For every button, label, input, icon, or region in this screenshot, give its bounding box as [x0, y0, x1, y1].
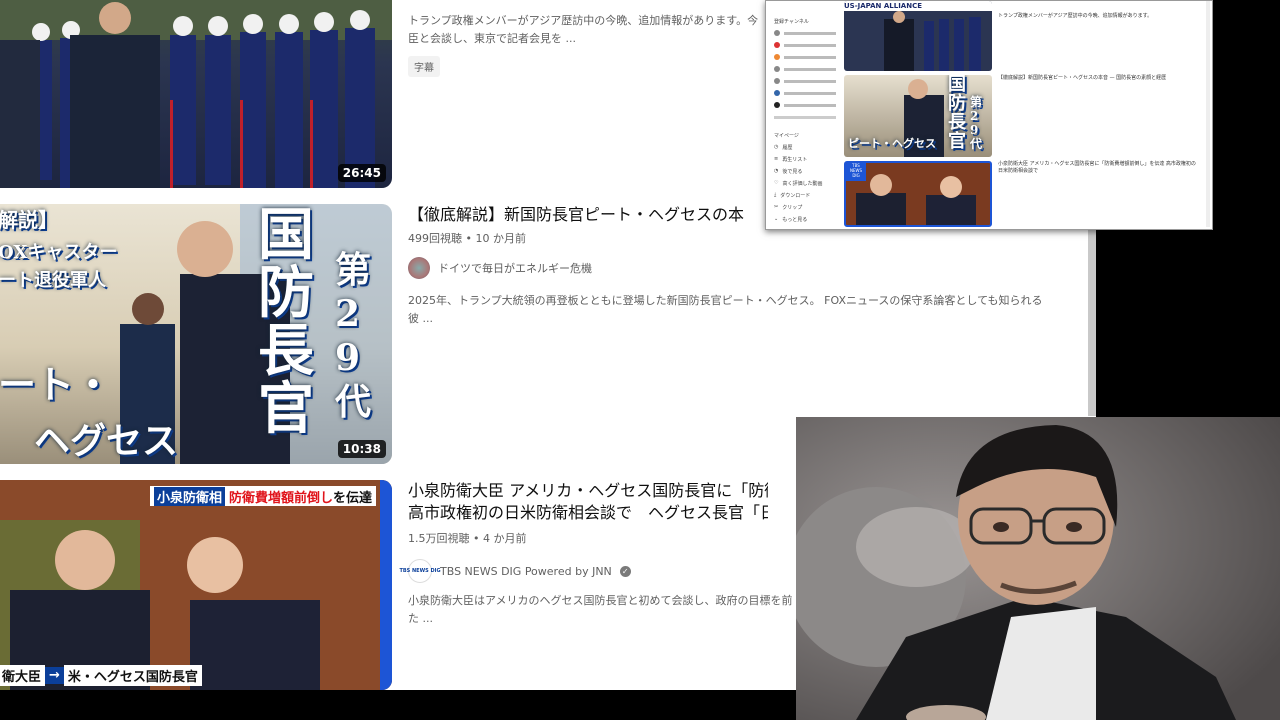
video-thumbnail-3[interactable]: 小泉防衛相 防衛費増額前倒し を伝達 衛大臣 → 米・ヘグセス国防長官: [0, 480, 392, 690]
channel-row-3[interactable]: TBS NEWS DIG TBS NEWS DIG Powered by JNN…: [399, 559, 631, 583]
channel-name: ドイツで毎日がエネルギー危機: [438, 262, 592, 275]
mini-sidebar-item[interactable]: [766, 99, 836, 111]
video-meta-2: 499回視聴 • 10 か月前: [408, 232, 526, 245]
mini-sidebar-item[interactable]: ◔ 後で見る: [766, 165, 836, 177]
banner-part: を伝達: [333, 490, 373, 506]
subtitle-badge: 字幕: [408, 56, 440, 77]
mini-thumb-text: ピート・ヘグセス: [848, 137, 936, 150]
mini-label: 再生リスト: [782, 156, 808, 163]
channel-dot-icon: [774, 42, 780, 48]
mini-sidebar-item[interactable]: ⌄ もっと見る: [766, 213, 836, 225]
desc-line: た ...: [408, 612, 433, 625]
mini-label: マイページ: [774, 132, 799, 139]
download-icon: ⤓: [774, 192, 777, 198]
mini-sidebar-item[interactable]: ≡ 再生リスト: [766, 153, 836, 165]
thumbs-up-icon: ♡: [774, 180, 779, 186]
history-icon: ◷: [774, 144, 779, 150]
thumb-text: ヘグセス: [34, 420, 179, 462]
video-title-2[interactable]: 【徹底解説】新国防長官ピート・ヘグセスの本: [408, 204, 764, 226]
thumb-text: ート退役軍人: [0, 270, 106, 291]
channel-avatar: [408, 257, 430, 279]
mini-sidebar-item[interactable]: [766, 111, 836, 123]
channel-avatar: TBS NEWS DIG: [399, 559, 441, 583]
honor-guard-image: [884, 11, 981, 71]
mini-sidebar-item[interactable]: [766, 39, 836, 51]
scissors-icon: ✂: [774, 204, 779, 210]
mini-label: 履歴: [782, 144, 793, 151]
mini-sidebar-item[interactable]: [766, 63, 836, 75]
lower-part: 米・ヘグセス国防長官: [63, 664, 202, 686]
mini-thumb-text: 第29代: [970, 95, 983, 151]
mini-label: クリップ: [782, 204, 803, 211]
mini-sidebar-item[interactable]: 登録チャンネル: [766, 15, 836, 27]
mini-thumbnail-2[interactable]: 国防長官 第29代 ピート・ヘグセス: [844, 75, 992, 157]
banner-part: 防衛費増額前倒し: [229, 490, 334, 506]
mini-thumb-text: 国防長官: [948, 75, 966, 152]
mini-desc-3: 小泉防衛大臣 アメリカ・ヘグセス国防長官に「防衛費増額前倒し」を伝達 高市政権初…: [998, 161, 1196, 174]
mini-scrollbar[interactable]: [1206, 1, 1210, 227]
playlist-icon: ≡: [774, 156, 779, 162]
mini-sidebar-item[interactable]: ⤓ ダウンロード: [766, 189, 836, 201]
channel-dot-icon: [774, 90, 780, 96]
title-line: 高市政権初の日米防衛相会談で ヘグセス長官「日: [408, 503, 768, 522]
title-line: 小泉防衛大臣 アメリカ・ヘグセス国防長官に「防衛: [408, 481, 768, 500]
mini-label: 登録チャンネル: [774, 18, 809, 25]
mini-sidebar-item[interactable]: [766, 87, 836, 99]
banner-part: 小泉防衛相: [154, 486, 226, 506]
mini-label: 高く評価した動画: [782, 180, 823, 187]
thumbnail-art: [856, 174, 976, 225]
mini-sidebar-item[interactable]: [766, 75, 836, 87]
mini-desc-1: トランプ政権メンバーがアジア歴訪中の今晩、追加情報があります。: [998, 13, 1153, 19]
video-description-2: 2025年、トランプ大統領の再登板とともに登場した新国防長官ピート・ヘグセス。 …: [408, 292, 1068, 328]
channel-row-2[interactable]: ドイツで毎日がエネルギー危機: [408, 257, 592, 279]
mini-logo: TBS NEWS DIG: [846, 163, 866, 181]
mini-sidebar-heading: マイページ: [766, 129, 836, 141]
mini-sidebar-item[interactable]: ◷ 履歴: [766, 141, 836, 153]
desc-line: 小泉防衛大臣はアメリカのヘグセス国防長官と初めて会談し、政府の目標を前: [408, 594, 793, 607]
thumb-big-text: 国防長官: [258, 204, 314, 442]
webcam-feed: [796, 417, 1280, 720]
verified-icon: ✓: [619, 565, 631, 577]
thumb-text: 解説】: [0, 208, 58, 232]
mini-label: もっと見る: [782, 216, 808, 223]
thumbnail-art: [0, 480, 392, 690]
webcam-image: [796, 417, 1280, 720]
video-description-3: 小泉防衛大臣はアメリカのヘグセス国防長官と初めて会談し、政府の目標を前 た ..…: [408, 592, 796, 628]
lower-part: 衛大臣: [0, 664, 46, 686]
channel-name: TBS NEWS DIG Powered by JNN: [440, 564, 612, 578]
desc-line: 2025年、トランプ大統領の再登板とともに登場した新国防長官ピート・ヘグセス。 …: [408, 294, 1043, 307]
mini-thumbnail-1[interactable]: US-JAPAN ALLIANCE: [844, 1, 992, 71]
mini-sidebar: 登録チャンネル マイページ ◷ 履歴 ≡ 再生リスト ◔ 後で見る ♡ 高く評価した動画…: [766, 1, 836, 229]
mini-label: ダウンロード: [780, 192, 811, 199]
video-duration: 10:38: [337, 440, 386, 458]
video-meta-3: 1.5万回視聴 • 4 か月前: [408, 532, 527, 545]
thumb-side-text: 第29代: [335, 249, 372, 423]
mini-thumb-header: US-JAPAN ALLIANCE: [844, 1, 992, 11]
thumb-banner: 小泉防衛相 防衛費増額前倒し を伝達: [150, 486, 377, 506]
mini-browser-window[interactable]: 登録チャンネル マイページ ◷ 履歴 ≡ 再生リスト ◔ 後で見る ♡ 高く評価した動画…: [765, 0, 1213, 230]
video-thumbnail-1[interactable]: 26:45: [0, 0, 392, 188]
thumb-text: ート・: [0, 362, 113, 407]
chevron-down-icon: ⌄: [774, 216, 779, 222]
honor-guard-image: [0, 0, 392, 188]
mini-sidebar-item[interactable]: ♡ 高く評価した動画: [766, 177, 836, 189]
thumb-lower-third: 衛大臣 → 米・ヘグセス国防長官: [0, 664, 202, 686]
video-duration: 26:45: [337, 164, 386, 182]
mini-thumbnail-3[interactable]: TBS NEWS DIG: [844, 161, 992, 227]
clock-icon: ◔: [774, 168, 779, 174]
video-title-3[interactable]: 小泉防衛大臣 アメリカ・ヘグセス国防長官に「防衛 高市政権初の日米防衛相会談で …: [408, 480, 768, 524]
mini-sidebar-item[interactable]: ✂ クリップ: [766, 201, 836, 213]
mini-sidebar-item[interactable]: [766, 27, 836, 39]
desc-line: 彼 ...: [408, 312, 433, 325]
channel-dot-icon: [774, 30, 780, 36]
channel-dot-icon: [774, 66, 780, 72]
channel-dot-icon: [774, 78, 780, 84]
mini-sidebar-item[interactable]: [766, 51, 836, 63]
thumb-text: OXキャスター: [0, 242, 118, 263]
channel-dot-icon: [774, 54, 780, 60]
video-thumbnail-2[interactable]: 解説】 OXキャスター ート退役軍人 国防長官 第29代 ート・ ヘグセス 10…: [0, 204, 392, 464]
channel-dot-icon: [774, 102, 780, 108]
mini-label: 後で見る: [782, 168, 803, 175]
mini-desc-2: 【徹底解説】新国防長官ピート・ヘグセスの本音 — 国防長官の素顔と経歴: [998, 75, 1167, 81]
